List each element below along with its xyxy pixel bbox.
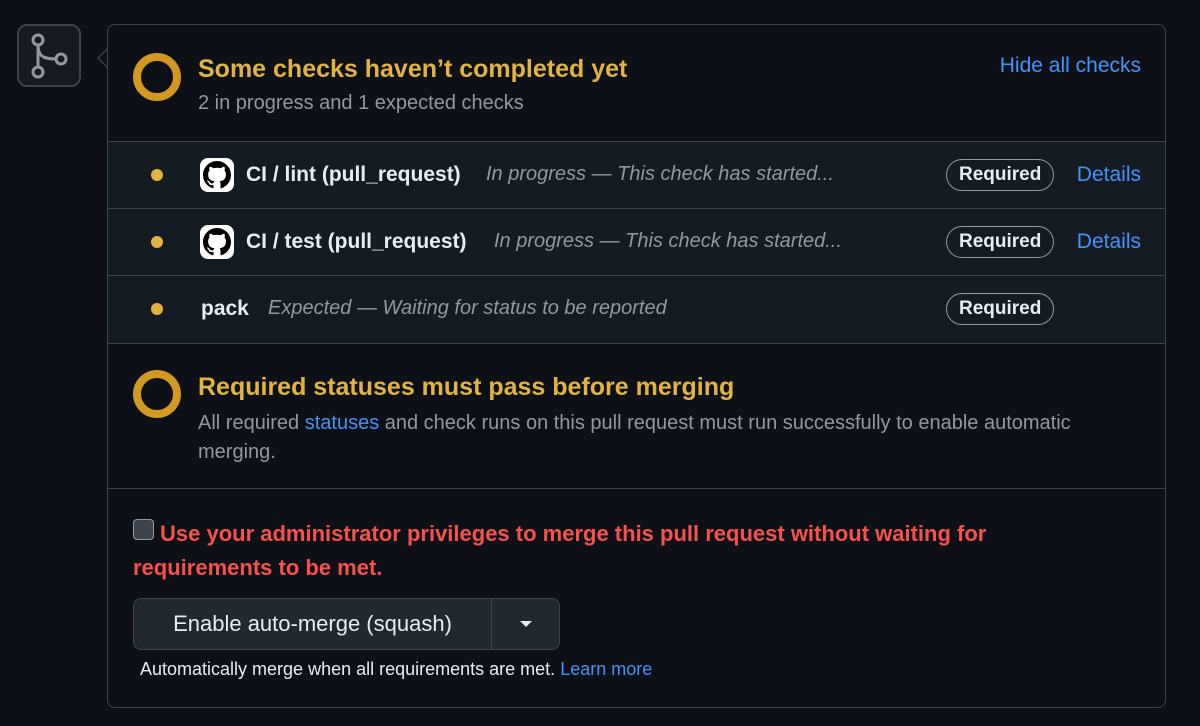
- checks-subtitle: 2 in progress and 1 expected checks: [198, 92, 524, 114]
- note-text: Automatically merge when all requirement…: [140, 659, 556, 679]
- checks-summary: Some checks haven’t completed yet 2 in p…: [108, 25, 1165, 142]
- auto-merge-button-group: Enable auto-merge (squash): [133, 598, 560, 650]
- git-merge-icon: [31, 33, 68, 78]
- required-badge: Required: [946, 226, 1055, 258]
- merge-section: Use your administrator privileges to mer…: [108, 489, 1165, 707]
- desc-text: All required: [198, 412, 305, 434]
- check-row-lint: CI / lint (pull_request) In progress — T…: [108, 142, 1165, 209]
- required-statuses-description: All required statuses and check runs on …: [198, 409, 1098, 467]
- pending-dot-icon: [151, 169, 163, 181]
- pending-ring-icon: [133, 370, 181, 418]
- pending-dot-icon: [151, 236, 163, 248]
- admin-override-checkbox[interactable]: [133, 519, 154, 540]
- pending-ring-icon: [133, 53, 181, 101]
- check-row-pack: pack Expected — Waiting for status to be…: [108, 276, 1165, 343]
- check-name: CI / lint (pull_request): [246, 163, 461, 186]
- caret-down-icon: [519, 621, 532, 627]
- github-icon: [200, 158, 234, 192]
- required-statuses-section: Required statuses must pass before mergi…: [108, 344, 1165, 489]
- required-badge: Required: [946, 159, 1055, 191]
- details-link[interactable]: Details: [1077, 163, 1141, 187]
- github-icon: [200, 225, 234, 259]
- pending-dot-icon: [151, 303, 163, 315]
- check-name: pack: [201, 297, 249, 320]
- check-description: Expected — Waiting for status to be repo…: [268, 297, 667, 319]
- check-description: In progress — This check has started...: [486, 163, 834, 185]
- merge-status-panel: Some checks haven’t completed yet 2 in p…: [107, 24, 1166, 708]
- check-description: In progress — This check has started...: [494, 230, 842, 252]
- auto-merge-note: Automatically merge when all requirement…: [140, 659, 652, 680]
- check-name: CI / test (pull_request): [246, 230, 467, 253]
- statuses-link[interactable]: statuses: [305, 412, 379, 434]
- required-statuses-title: Required statuses must pass before mergi…: [198, 373, 735, 401]
- admin-override-label: Use your administrator privileges to mer…: [133, 521, 987, 580]
- details-link[interactable]: Details: [1077, 230, 1141, 254]
- merge-method-dropdown[interactable]: [492, 599, 559, 649]
- hide-all-checks-link[interactable]: Hide all checks: [1000, 54, 1141, 78]
- git-merge-icon-box: [17, 24, 81, 87]
- required-badge: Required: [946, 293, 1055, 325]
- check-row-test: CI / test (pull_request) In progress — T…: [108, 209, 1165, 276]
- learn-more-link[interactable]: Learn more: [560, 659, 652, 679]
- checks-title: Some checks haven’t completed yet: [198, 55, 628, 83]
- checks-list: CI / lint (pull_request) In progress — T…: [108, 142, 1165, 344]
- enable-auto-merge-button[interactable]: Enable auto-merge (squash): [134, 599, 492, 649]
